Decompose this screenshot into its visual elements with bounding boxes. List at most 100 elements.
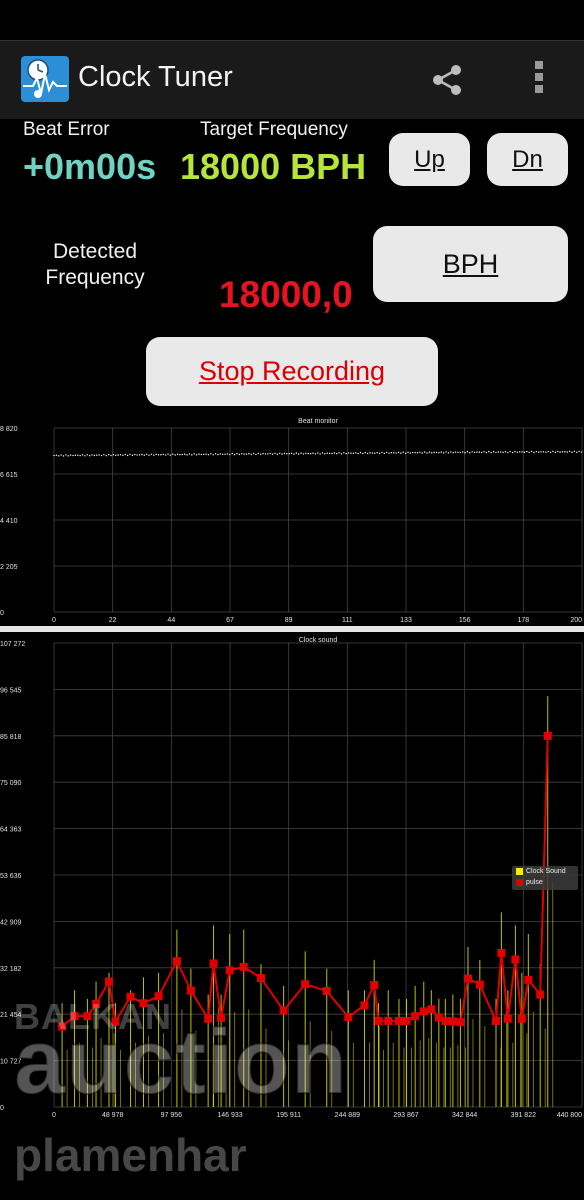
beat-point: [495, 451, 497, 454]
pulse-marker: [154, 992, 163, 1001]
beat-point: [288, 453, 290, 455]
beat-point: [343, 452, 345, 454]
beat-point: [65, 454, 67, 456]
app-title: Clock Tuner: [78, 61, 233, 93]
beat-point: [442, 452, 445, 454]
beat-point: [214, 453, 217, 455]
beat-point: [480, 451, 483, 454]
beat-point: [492, 451, 495, 453]
beat-point: [357, 452, 359, 455]
bph-button[interactable]: BPH: [373, 226, 568, 302]
beat-point: [236, 452, 238, 455]
share-icon[interactable]: [430, 63, 464, 97]
beat-point: [464, 452, 466, 454]
y-tick-label: 107 272: [0, 641, 25, 648]
beat-point: [241, 453, 243, 455]
beat-point: [117, 454, 119, 456]
x-tick-label: 0: [52, 1112, 56, 1119]
beat-point: [364, 451, 366, 454]
x-tick-label: 48 978: [102, 1112, 124, 1119]
beat-point: [69, 454, 72, 456]
beat-point: [131, 454, 134, 457]
beat-point: [283, 452, 286, 455]
beat-point: [286, 453, 288, 455]
pulse-marker: [497, 949, 506, 958]
beat-point: [352, 452, 355, 455]
beat-point: [331, 452, 333, 455]
beat-point: [238, 453, 241, 456]
beat-point: [309, 452, 312, 455]
beat-point: [257, 452, 260, 455]
beat-point: [305, 452, 307, 455]
down-button[interactable]: Dn: [487, 133, 568, 186]
beat-point: [200, 453, 203, 456]
beat-point: [526, 450, 528, 453]
beat-point: [207, 454, 210, 456]
beat-point: [307, 452, 309, 455]
pulse-marker: [322, 987, 331, 996]
beat-point: [243, 453, 245, 455]
pulse-marker: [503, 1014, 512, 1023]
pulse-marker: [344, 1013, 353, 1022]
clock-sound-chart: Clock sound010 72721 45432 18242 90953 6…: [0, 637, 583, 1119]
stop-recording-button[interactable]: Stop Recording: [146, 337, 438, 406]
beat-point: [226, 453, 229, 455]
app-icon: [21, 56, 69, 102]
beat-point: [126, 454, 129, 457]
beat-point: [233, 453, 236, 456]
beat-point: [428, 451, 431, 453]
beat-point: [229, 453, 231, 456]
y-tick-label: 10 727: [0, 1059, 22, 1066]
beat-point: [250, 453, 252, 456]
target-frequency-label: Target Frequency: [200, 119, 348, 140]
beat-point: [523, 451, 526, 453]
beat-point: [499, 451, 502, 453]
beat-point: [93, 454, 96, 457]
pulse-marker: [209, 959, 218, 968]
beat-point: [91, 454, 93, 456]
beat-point: [355, 452, 357, 454]
beat-point: [326, 452, 328, 454]
beat-point: [393, 452, 395, 454]
pulse-marker: [239, 962, 248, 971]
up-button[interactable]: Up: [389, 133, 470, 186]
beat-point: [191, 454, 193, 456]
beat-point: [421, 452, 423, 454]
beat-point: [502, 451, 504, 454]
legend-swatch: [516, 868, 523, 875]
beat-error-value: +0m00s: [23, 146, 157, 187]
beat-point: [478, 451, 481, 453]
beat-point: [188, 453, 191, 455]
legend-label: Clock Sound: [526, 868, 566, 875]
y-tick-label: 53 636: [0, 873, 22, 880]
beat-point: [452, 451, 454, 454]
x-tick-label: 0: [52, 617, 56, 624]
beat-point: [416, 452, 419, 454]
overflow-menu-icon[interactable]: [534, 61, 544, 101]
x-tick-label: 44: [167, 617, 175, 624]
beat-point: [122, 454, 124, 457]
beat-point: [397, 451, 400, 454]
beat-point: [164, 454, 167, 456]
beat-point: [115, 454, 117, 456]
beat-point: [224, 453, 226, 455]
beat-point: [385, 451, 388, 454]
x-tick-label: 391 822: [511, 1112, 536, 1119]
beat-point: [473, 451, 476, 454]
chart-legend: Clock Sound pulse: [512, 866, 578, 890]
pulse-marker: [111, 1017, 120, 1026]
beat-point: [276, 453, 279, 455]
beat-point: [571, 451, 573, 454]
chart-title: Beat monitor: [298, 418, 338, 425]
pulse-marker: [186, 986, 195, 995]
beat-point: [530, 450, 533, 453]
pulse-marker: [217, 1013, 226, 1022]
beat-point: [58, 455, 60, 457]
y-tick-label: 64 363: [0, 827, 22, 834]
beat-point: [471, 451, 473, 453]
beat-point: [395, 452, 397, 454]
chart-divider: [0, 626, 584, 632]
beat-point: [62, 455, 65, 457]
y-tick-label: 21 454: [0, 1012, 22, 1019]
beat-point: [143, 454, 145, 456]
